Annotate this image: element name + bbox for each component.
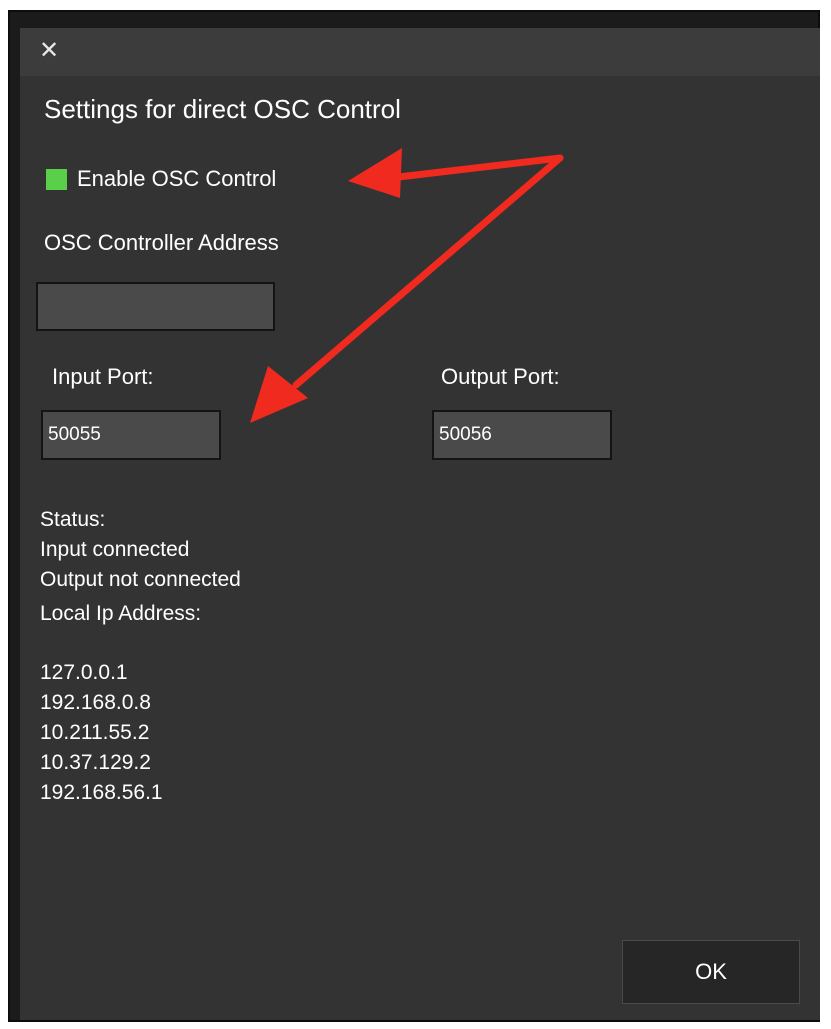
input-port-label: Input Port: [52,364,154,389]
enable-osc-label: Enable OSC Control [77,166,277,191]
ip-address-item: 10.37.129.2 [40,751,151,774]
enable-osc-checkbox-row[interactable]: Enable OSC Control [46,165,276,193]
status-heading: Status: [40,508,106,531]
controller-address-input[interactable] [36,282,275,331]
dialog-heading: Settings for direct OSC Control [44,94,401,124]
osc-settings-dialog: ✕ Settings for direct OSC Control Enable… [20,28,820,1020]
title-bar: ✕ [20,28,820,76]
ip-address-item: 192.168.0.8 [40,691,151,714]
close-icon[interactable]: ✕ [34,36,64,66]
output-port-field[interactable]: 50056 [432,410,612,460]
local-ip-label: Local Ip Address: [40,602,202,625]
controller-address-label: OSC Controller Address [44,230,279,255]
status-input: Input connected [40,538,190,561]
ok-button[interactable]: OK [622,940,800,1004]
local-ip-list: 127.0.0.1 192.168.0.8 10.211.55.2 10.37.… [40,658,163,808]
output-port-label: Output Port: [441,364,560,389]
ip-address-item: 127.0.0.1 [40,661,128,684]
ip-address-item: 10.211.55.2 [40,721,150,744]
status-output: Output not connected [40,568,241,591]
enable-osc-checkbox[interactable] [46,168,67,190]
status-block: Status: Input connected Output not conne… [40,505,241,629]
input-port-field[interactable]: 50055 [41,410,221,460]
ip-address-item: 192.168.56.1 [40,781,163,804]
